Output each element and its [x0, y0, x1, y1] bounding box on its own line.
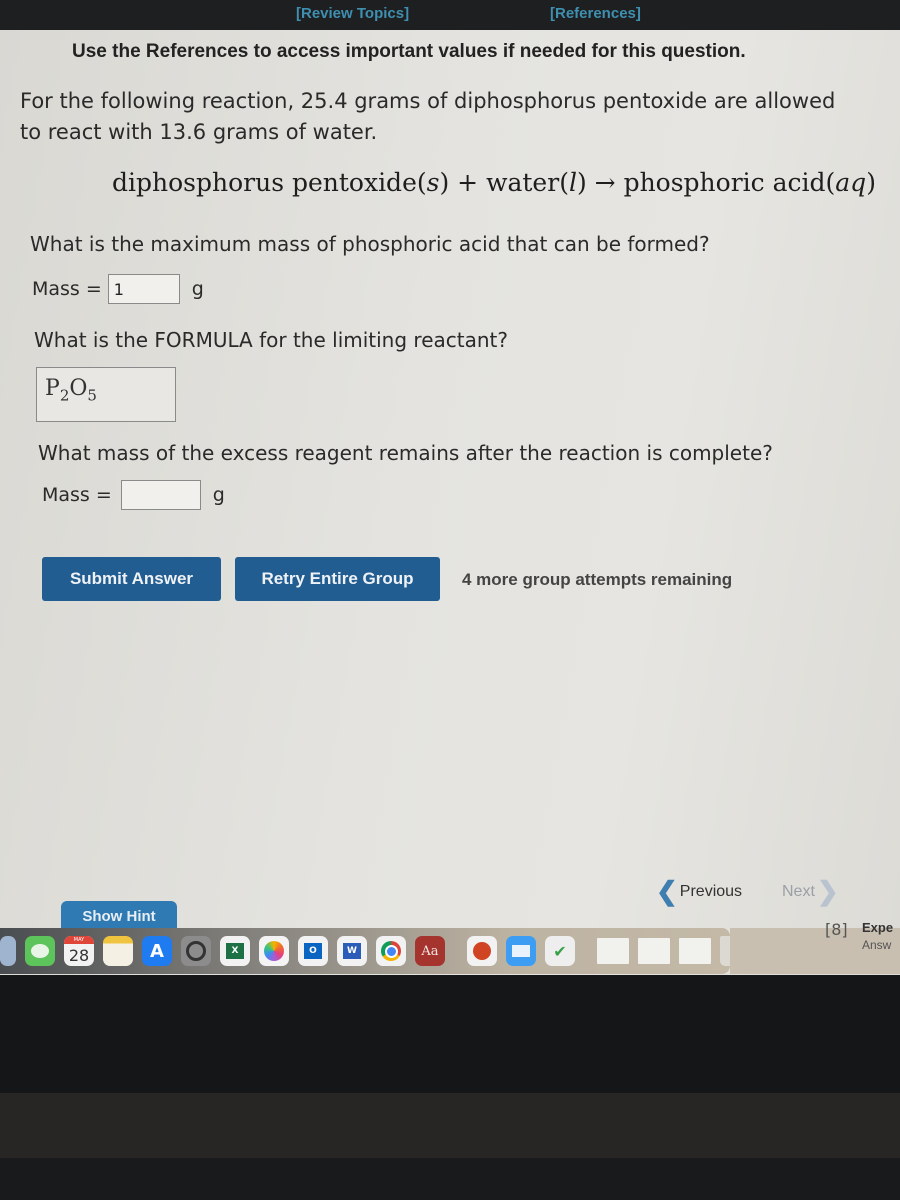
chrome-icon[interactable] — [376, 936, 406, 966]
notes-icon[interactable] — [103, 936, 133, 966]
expert-answer-panel[interactable]: [8] Expe Answ — [730, 920, 900, 974]
dictionary-icon[interactable]: Aa — [415, 936, 445, 966]
formula-element-o: O — [69, 376, 88, 401]
formula-subscript-5: 5 — [87, 386, 97, 405]
attempts-remaining: 4 more group attempts remaining — [462, 570, 733, 589]
previous-label: Previous — [679, 882, 743, 900]
problem-intro: For the following reaction, 25.4 grams o… — [20, 89, 836, 144]
chevron-right-icon: ❯ — [816, 876, 839, 906]
photos-icon[interactable] — [259, 936, 289, 966]
question-2: What is the FORMULA for the limiting rea… — [34, 328, 508, 352]
question-3: What mass of the excess reagent remains … — [38, 441, 773, 465]
calendar-day: 28 — [68, 945, 90, 965]
powerpoint-icon[interactable] — [467, 936, 497, 966]
reaction-equation: diphosphorus pentoxide(s) + water(l) → p… — [112, 168, 876, 197]
limiting-reactant-formula-input[interactable]: P2O5 — [36, 367, 176, 422]
question-1-answer-row: Mass = g — [32, 274, 204, 304]
arrow: → — [594, 168, 616, 197]
finder-icon[interactable] — [0, 936, 16, 966]
formula-element-p: P — [45, 376, 60, 401]
question-3-answer-row: Mass = g — [42, 480, 225, 510]
reactant-2: water — [486, 168, 560, 197]
formula-subscript-2: 2 — [59, 386, 70, 405]
recent-document-2-icon[interactable] — [638, 938, 670, 964]
macos-dock: MAY 28 A X O W Aa ✔ — [0, 928, 742, 974]
show-hint-button[interactable]: Show Hint — [61, 901, 177, 931]
mass-label-1: Mass = — [32, 278, 102, 300]
top-links-bar: [Review Topics] [References] — [0, 0, 900, 30]
recent-document-1-icon[interactable] — [597, 938, 629, 964]
adguard-icon[interactable]: ✔ — [545, 936, 575, 966]
browser-screen: [Review Topics] [References] Use the Ref… — [0, 0, 900, 975]
system-settings-icon[interactable] — [181, 936, 211, 966]
calendar-icon[interactable]: MAY 28 — [64, 936, 94, 966]
laptop-bezel-band — [0, 1093, 900, 1158]
laptop-bezel-bottom — [0, 1158, 900, 1200]
mass-input-3[interactable] — [120, 480, 201, 510]
next-label: Next — [782, 882, 815, 900]
outlook-icon[interactable]: O — [298, 936, 328, 966]
state-1: s — [426, 168, 440, 197]
recent-document-3-icon[interactable] — [679, 938, 711, 964]
excel-icon[interactable]: X — [220, 936, 250, 966]
word-icon[interactable]: W — [337, 936, 367, 966]
references-link[interactable]: [References] — [550, 5, 641, 22]
next-button[interactable]: Next ❯ — [782, 876, 839, 907]
previous-button[interactable]: ❮ Previous — [656, 876, 742, 907]
mass-input-1[interactable] — [107, 274, 180, 304]
submit-answer-button[interactable]: Submit Answer — [42, 557, 221, 601]
question-1: What is the maximum mass of phosphoric a… — [30, 232, 710, 256]
mail-icon[interactable] — [506, 936, 536, 966]
review-topics-link[interactable]: [Review Topics] — [296, 5, 409, 22]
references-notice: Use the References to access important v… — [72, 41, 746, 62]
plus-sign: + — [457, 168, 479, 197]
retry-entire-group-button[interactable]: Retry Entire Group — [235, 557, 440, 601]
person-icon: [8] — [825, 920, 848, 939]
reactant-1: diphosphorus pentoxide — [112, 168, 417, 197]
expert-label: Expe — [862, 920, 894, 935]
unit-label-1: g — [191, 278, 204, 300]
answer-label: Answ — [862, 938, 892, 952]
product: phosphoric acid — [623, 168, 826, 197]
state-2: l — [568, 168, 577, 197]
chevron-left-icon: ❮ — [656, 876, 678, 906]
calendar-month: MAY — [64, 936, 94, 944]
mass-label-3: Mass = — [42, 484, 112, 506]
app-store-icon[interactable]: A — [142, 936, 172, 966]
messages-icon[interactable] — [25, 936, 55, 966]
unit-label-3: g — [212, 484, 225, 506]
state-3: aq — [835, 168, 867, 197]
